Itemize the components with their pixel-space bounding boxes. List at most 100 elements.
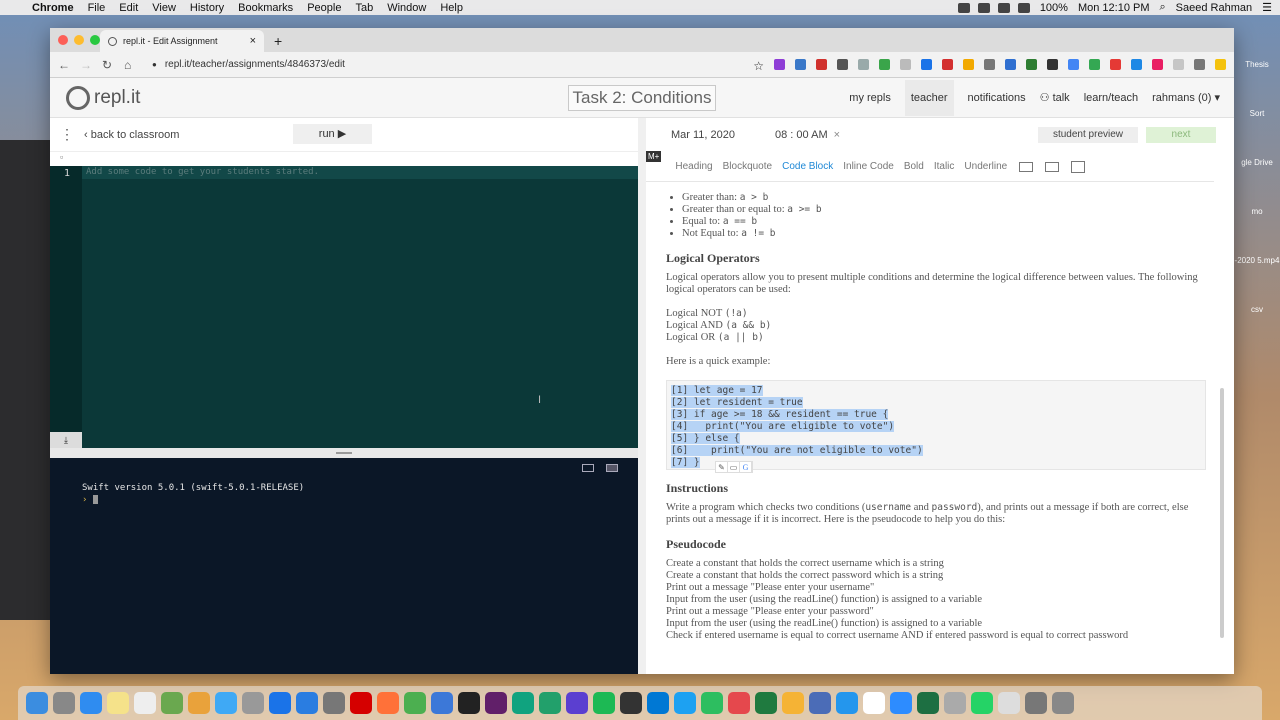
document-icon[interactable] [998,692,1020,714]
url-field[interactable]: ● repl.it/teacher/assignments/4846373/ed… [152,59,345,70]
menu-edit[interactable]: Edit [119,2,138,14]
heading-button[interactable]: Heading [675,161,712,172]
vertical-divider[interactable] [638,118,646,674]
splitter-handle[interactable] [336,452,352,454]
extension-icon[interactable] [879,59,890,70]
trash-icon[interactable] [1052,692,1074,714]
minimize-window-icon[interactable] [74,35,84,45]
vscode-icon[interactable] [647,692,669,714]
extension-icon[interactable] [837,59,848,70]
extension-icon[interactable] [795,59,806,70]
back-arrow-icon[interactable]: ← [58,58,80,72]
clear-console-icon[interactable] [606,464,618,472]
vpn-icon[interactable] [997,2,1010,13]
menu-app[interactable]: Chrome [32,2,74,14]
spotify-icon[interactable] [593,692,615,714]
console-prompt-line[interactable]: › [82,494,304,506]
code-block-button[interactable]: Code Block [782,161,833,172]
extension-icon[interactable] [1026,59,1037,70]
zoom-icon[interactable] [890,692,912,714]
numbered-list-icon[interactable] [1045,161,1060,172]
blockquote-button[interactable]: Blockquote [723,161,772,172]
back-to-classroom-link[interactable]: ‹ back to classroom [84,129,179,141]
extension-icon[interactable] [774,59,785,70]
app-icon[interactable] [755,692,777,714]
run-button[interactable]: run ▶ [293,124,372,144]
user-name[interactable]: Saeed Rahman [1176,2,1252,14]
nav-my-repls[interactable]: my repls [849,92,891,104]
bold-button[interactable]: Bold [904,161,924,172]
google-docs-icon[interactable] [1068,59,1079,70]
clock[interactable]: Mon 12:10 PM [1078,2,1150,14]
chrome-icon[interactable] [404,692,426,714]
atom-icon[interactable] [539,692,561,714]
menu-people[interactable]: People [307,2,341,14]
google-search-icon[interactable]: G [740,462,752,472]
desktop-label[interactable]: Thesis [1234,60,1280,69]
screen-icon[interactable] [957,2,970,13]
student-preview-button[interactable]: student preview [1038,127,1138,143]
system-preferences-icon[interactable] [323,692,345,714]
extension-icon[interactable] [858,59,869,70]
twitter-icon[interactable] [674,692,696,714]
battery-percent[interactable]: 100% [1040,2,1068,14]
scrollbar[interactable] [1220,388,1224,638]
evernote-icon[interactable] [701,692,723,714]
due-date[interactable]: Mar 11, 2020 [671,129,735,141]
menu-bookmarks[interactable]: Bookmarks [238,2,293,14]
slack-icon[interactable] [485,692,507,714]
desktop-label[interactable]: Sort [1234,109,1280,118]
notes-icon[interactable] [107,692,129,714]
extension-icon[interactable] [963,59,974,70]
extension-icon[interactable] [1131,59,1142,70]
reload-icon[interactable]: ↻ [102,58,124,72]
profile-avatar-icon[interactable] [1194,59,1205,70]
comment-icon[interactable]: ▭ [728,462,740,472]
next-button[interactable]: next [1146,127,1216,143]
app-icon[interactable] [809,692,831,714]
extension-icon[interactable] [1173,59,1184,70]
edit-pencil-icon[interactable]: ✎ [716,462,728,472]
code-block[interactable]: [1] let age = 17 [2] let resident = true… [666,380,1206,473]
search-icon[interactable]: ⌕ [1160,1,1166,14]
menu-history[interactable]: History [190,2,224,14]
calendar-icon[interactable] [863,692,885,714]
whatsapp-icon[interactable] [971,692,993,714]
bullet-list-icon[interactable] [1019,161,1034,172]
maps-icon[interactable] [161,692,183,714]
replit-logo[interactable]: repl.it [66,85,140,110]
extension-icon[interactable] [1152,59,1163,70]
desktop-label[interactable]: mo [1234,207,1280,216]
extension-icon[interactable] [921,59,932,70]
xcode-icon[interactable] [431,692,453,714]
extension-icon[interactable] [1005,59,1016,70]
forward-arrow-icon[interactable]: → [80,58,102,72]
nav-notifications[interactable]: notifications [968,92,1026,104]
excel-icon[interactable] [917,692,939,714]
file-icon[interactable]: ▫ [60,152,63,162]
zoom-window-icon[interactable] [90,35,100,45]
app-icon[interactable] [782,692,804,714]
desktop-label[interactable]: csv [1234,305,1280,314]
more-options-icon[interactable]: ⋮ [60,126,80,143]
download-icon[interactable]: ⤓ [50,432,82,448]
expand-console-icon[interactable] [582,464,594,472]
downloads-icon[interactable] [1025,692,1047,714]
app-icon[interactable] [944,692,966,714]
menu-window[interactable]: Window [387,2,426,14]
messages-icon[interactable] [215,692,237,714]
extension-icon[interactable] [900,59,911,70]
bookmark-star-icon[interactable]: ☆ [753,59,764,73]
pinterest-icon[interactable] [816,59,827,70]
tab-close-icon[interactable]: × [250,35,256,47]
docker-icon[interactable] [836,692,858,714]
opera-icon[interactable] [350,692,372,714]
underline-button[interactable]: Underline [964,161,1007,172]
dropbox-icon[interactable] [977,2,990,13]
code-editor[interactable]: 1 Add some code to get your students sta… [50,166,638,448]
extension-icon[interactable] [942,59,953,70]
close-window-icon[interactable] [58,35,68,45]
finder-icon[interactable] [26,692,48,714]
reminders-icon[interactable] [134,692,156,714]
menu-help[interactable]: Help [440,2,463,14]
